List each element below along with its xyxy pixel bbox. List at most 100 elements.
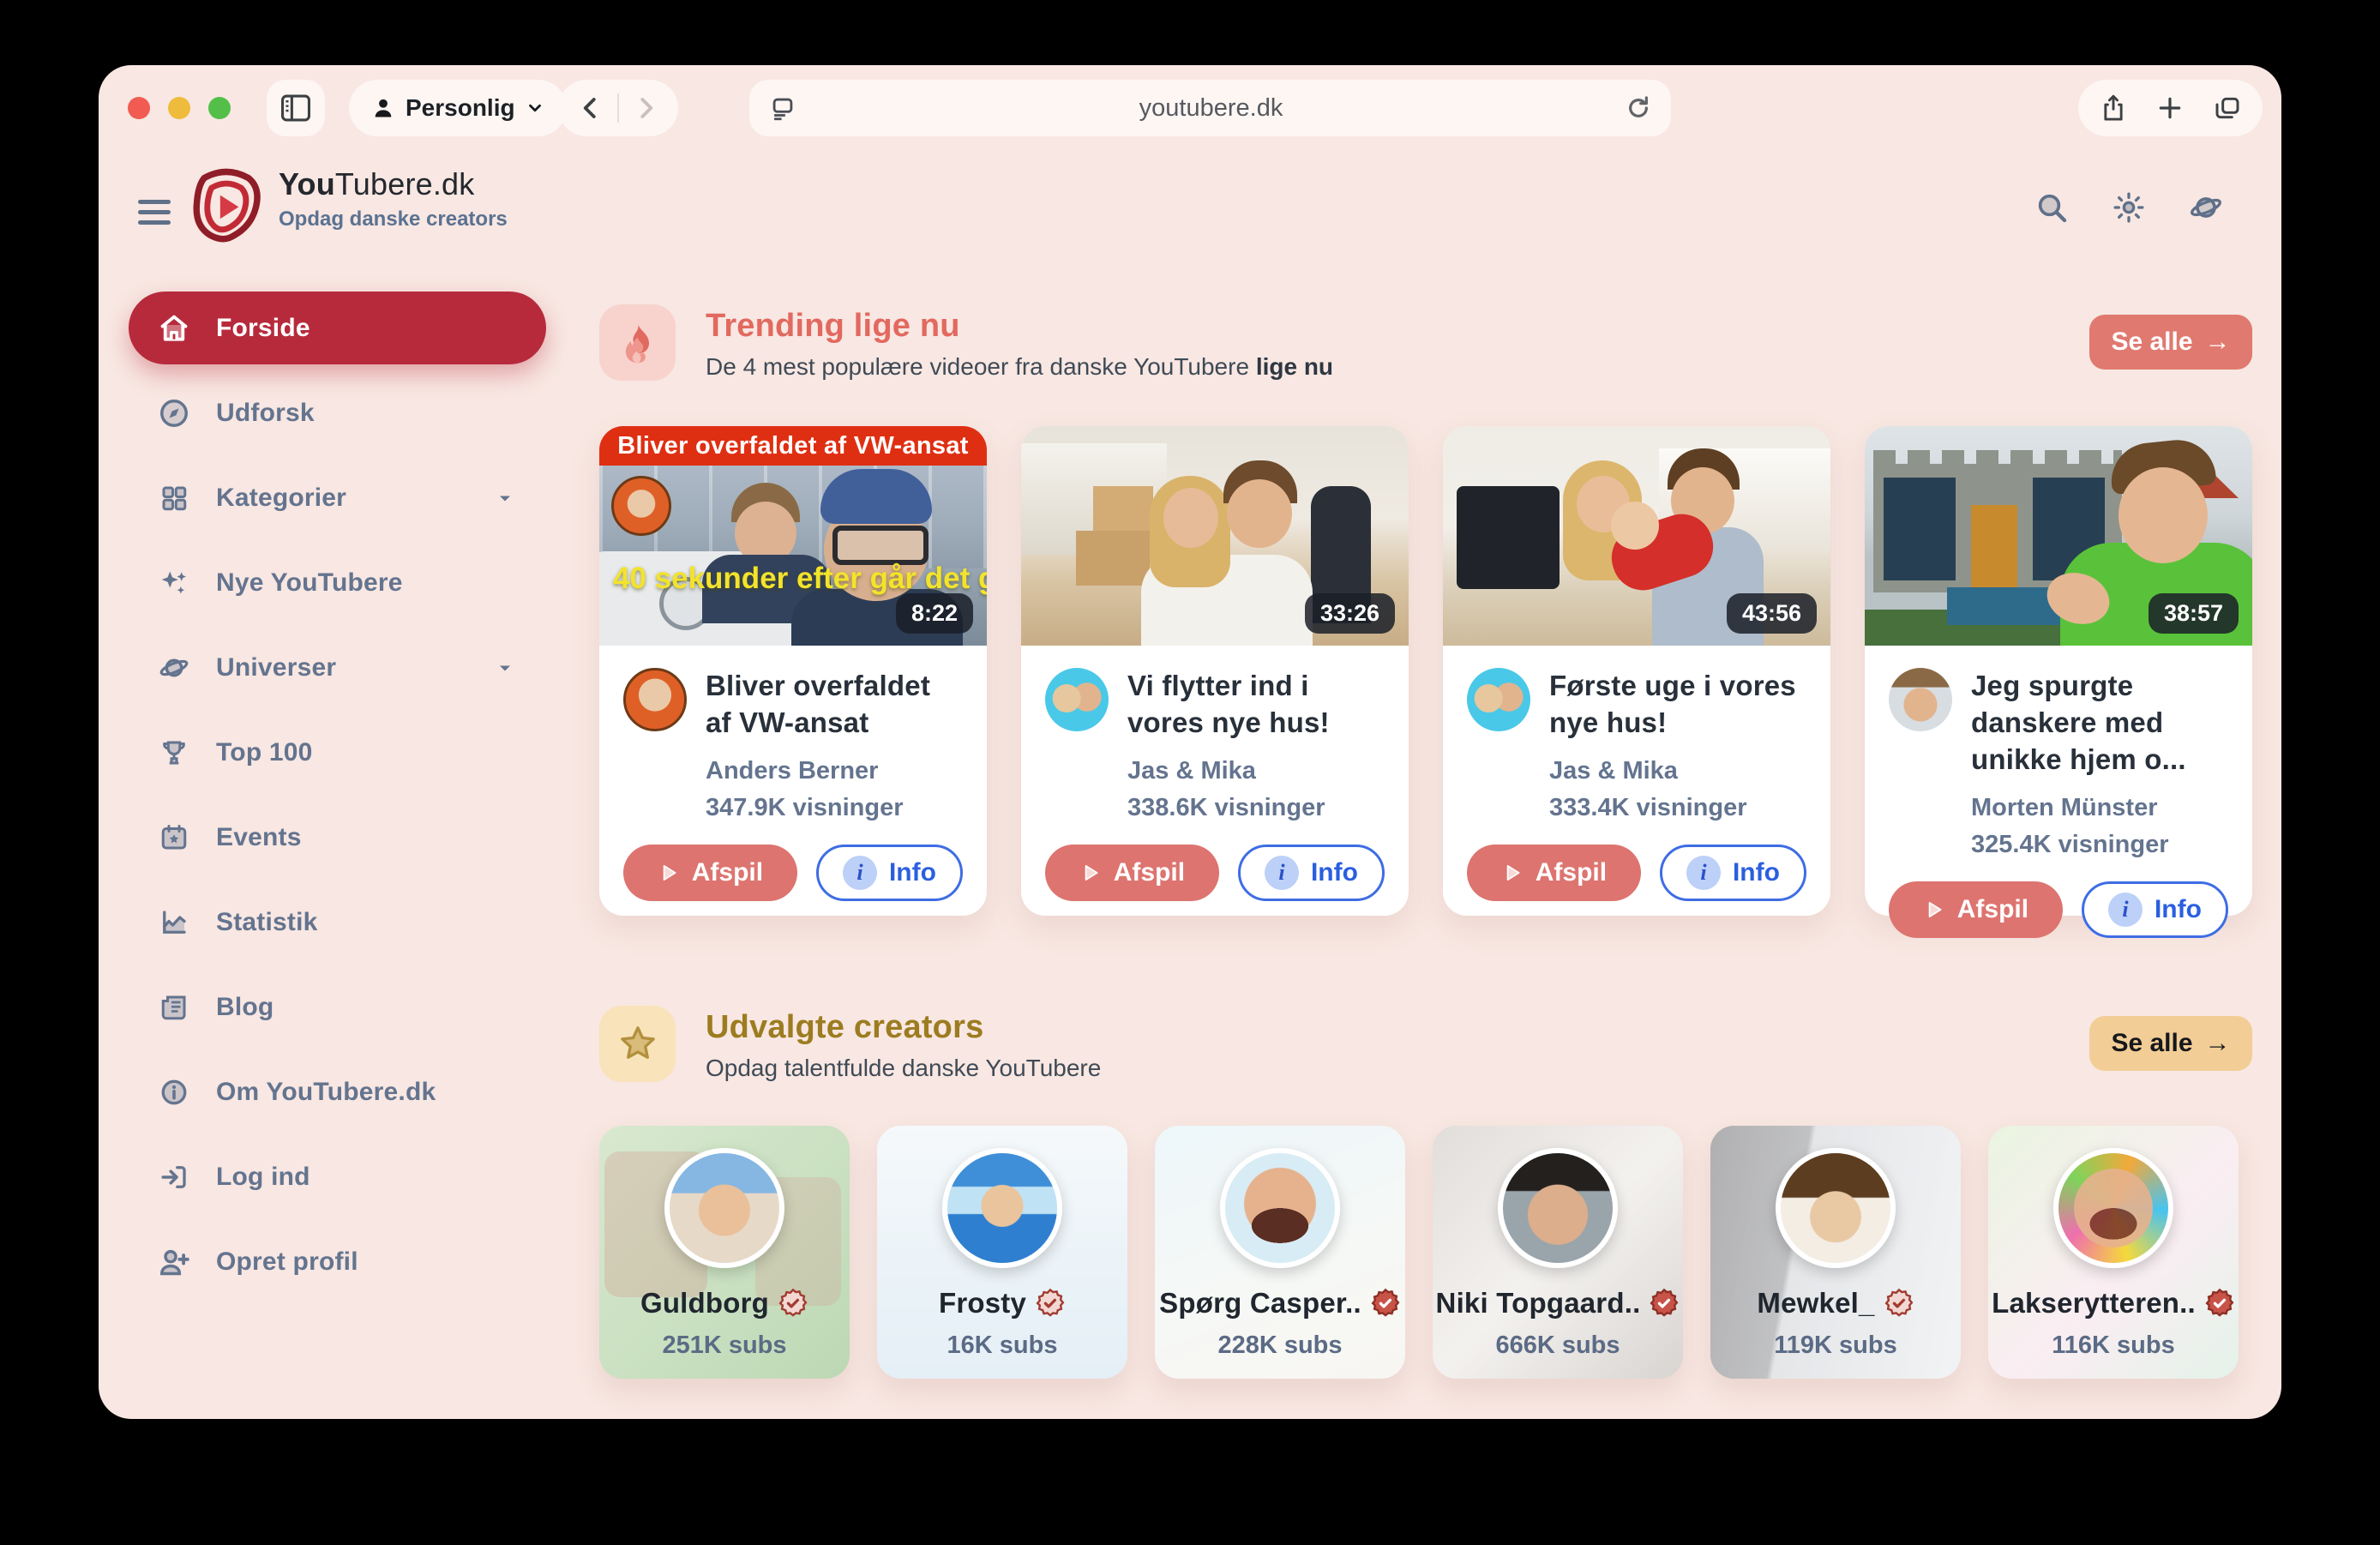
- history-nav-group: [558, 80, 678, 136]
- creator-card[interactable]: Guldborg 251K subs: [599, 1126, 850, 1379]
- play-button[interactable]: Afspil: [1467, 845, 1641, 901]
- creator-card[interactable]: Spørg Casper.. 228K subs: [1155, 1126, 1405, 1379]
- sidebar-item-universer[interactable]: Universer: [129, 631, 546, 704]
- profile-switcher-button[interactable]: Personlig: [349, 80, 567, 136]
- video-channel[interactable]: Anders Berner: [706, 757, 963, 785]
- video-title[interactable]: Jeg spurgte danskere med unikke hjem o..…: [1971, 668, 2228, 779]
- info-button[interactable]: i Info: [1238, 845, 1385, 901]
- sidebar-item-statistik[interactable]: Statistik: [129, 886, 546, 959]
- sidebar-item-label: Kategorier: [216, 484, 346, 513]
- sidebar-item-label: Statistik: [216, 908, 318, 937]
- sidebar-item-forside[interactable]: Forside: [129, 292, 546, 364]
- thumbnail-banner-text: Bliver overfaldet af VW-ansat: [599, 426, 987, 466]
- video-card[interactable]: Bliver overfaldet af VW-ansat 40 sekunde…: [599, 426, 987, 916]
- video-title[interactable]: Bliver overfaldet af VW-ansat: [706, 668, 963, 742]
- sidebar-item-blog[interactable]: Blog: [129, 971, 546, 1043]
- creator-card[interactable]: Frosty 16K subs: [877, 1126, 1127, 1379]
- channel-avatar[interactable]: [623, 668, 687, 731]
- address-bar[interactable]: youtubere.dk: [749, 80, 1671, 136]
- sidebar-item-label: Blog: [216, 993, 273, 1022]
- back-button[interactable]: [578, 95, 604, 121]
- creator-card[interactable]: Niki Topgaard.. 666K subs: [1433, 1126, 1683, 1379]
- reload-button[interactable]: [1625, 94, 1652, 122]
- creator-avatar: [2053, 1148, 2173, 1268]
- sidebar-item-label: Nye YouTubere: [216, 568, 403, 598]
- play-button[interactable]: Afspil: [1889, 881, 2063, 938]
- sidebar-item-nye-youtubere[interactable]: Nye YouTubere: [129, 546, 546, 619]
- creator-name: Niki Topgaard..: [1436, 1287, 1641, 1320]
- video-thumbnail[interactable]: 43:56: [1443, 426, 1830, 646]
- video-channel[interactable]: Jas & Mika: [1549, 757, 1806, 785]
- forward-button[interactable]: [633, 95, 658, 121]
- zoom-window-button[interactable]: [208, 97, 231, 119]
- verified-badge-icon: [1035, 1288, 1066, 1319]
- video-thumbnail[interactable]: Bliver overfaldet af VW-ansat 40 sekunde…: [599, 426, 987, 646]
- close-window-button[interactable]: [128, 97, 150, 119]
- info-icon: i: [843, 856, 877, 890]
- new-tab-button[interactable]: [2156, 94, 2184, 122]
- info-button[interactable]: i Info: [1660, 845, 1806, 901]
- channel-avatar[interactable]: [1467, 668, 1530, 731]
- play-button[interactable]: Afspil: [1045, 845, 1219, 901]
- sidebar-toggle-button[interactable]: [267, 80, 325, 136]
- share-button[interactable]: [2100, 93, 2127, 123]
- creators-see-all-button[interactable]: Se alle→: [2089, 1016, 2252, 1071]
- video-thumbnail[interactable]: 33:26: [1021, 426, 1409, 646]
- sidebar-item-udforsk[interactable]: Udforsk: [129, 376, 546, 449]
- universe-planet-button[interactable]: [2187, 189, 2225, 226]
- creators-section-icon: [599, 1006, 676, 1082]
- video-card[interactable]: 33:26 Vi flytter ind i vores nye hus! Ja…: [1021, 426, 1409, 916]
- sidebar-item-opret-profil[interactable]: Opret profil: [129, 1225, 546, 1298]
- search-button[interactable]: [2033, 189, 2070, 226]
- video-title[interactable]: Første uge i vores nye hus!: [1549, 668, 1806, 742]
- video-thumbnail[interactable]: 38:57: [1865, 426, 2252, 646]
- trending-see-all-button[interactable]: Se alle→: [2089, 315, 2252, 370]
- creator-name: Mewkel_: [1757, 1287, 1874, 1320]
- video-card[interactable]: 43:56 Første uge i vores nye hus! Jas & …: [1443, 426, 1830, 916]
- sidebar-item-label: Top 100: [216, 738, 313, 767]
- sidebar-panel-icon: [279, 93, 312, 123]
- play-button[interactable]: Afspil: [623, 845, 797, 901]
- video-channel[interactable]: Morten Münster: [1971, 794, 2228, 822]
- channel-avatar[interactable]: [1045, 668, 1109, 731]
- creator-name: Spørg Casper..: [1159, 1287, 1361, 1320]
- menu-hamburger-button[interactable]: [138, 194, 171, 231]
- creator-card[interactable]: Lakserytteren.. 116K subs: [1988, 1126, 2239, 1379]
- minimize-window-button[interactable]: [168, 97, 190, 119]
- video-channel[interactable]: Jas & Mika: [1127, 757, 1385, 785]
- video-card[interactable]: 38:57 Jeg spurgte danskere med unikke hj…: [1865, 426, 2252, 916]
- creator-avatar: [1498, 1148, 1618, 1268]
- profile-label: Personlig: [406, 94, 515, 122]
- creator-card[interactable]: Mewkel_ 119K subs: [1710, 1126, 1961, 1379]
- theme-toggle-button[interactable]: [2110, 189, 2148, 226]
- planet-icon: [156, 650, 192, 686]
- site-logo[interactable]: [189, 168, 263, 247]
- creator-avatar: [1776, 1148, 1896, 1268]
- arrow-right-icon: →: [2205, 1029, 2231, 1058]
- play-icon: [1079, 862, 1102, 884]
- tab-overview-button[interactable]: [2213, 94, 2242, 122]
- play-icon: [1923, 899, 1945, 921]
- sidebar-item-events[interactable]: Events: [129, 801, 546, 874]
- video-title[interactable]: Vi flytter ind i vores nye hus!: [1127, 668, 1385, 742]
- creator-name: Lakserytteren..: [1992, 1287, 2196, 1320]
- sidebar-item-kategorier[interactable]: Kategorier: [129, 461, 546, 534]
- sidebar-item-log-ind[interactable]: Log ind: [129, 1140, 546, 1213]
- info-icon: i: [1686, 856, 1721, 890]
- creators-subtitle: Opdag talentfulde danske YouTubere: [706, 1055, 1101, 1082]
- thumbnail-caption-text: 40 sekunder efter går det galt: [613, 562, 987, 596]
- reader-page-icon[interactable]: [768, 93, 797, 123]
- creator-subs: 16K subs: [947, 1332, 1058, 1360]
- grid-icon: [156, 480, 192, 516]
- channel-avatar[interactable]: [1889, 668, 1952, 731]
- sidebar-item-top-100[interactable]: Top 100: [129, 716, 546, 789]
- verified-badge-icon: [2204, 1288, 2235, 1319]
- brand-title: YouTubere.dk: [279, 166, 508, 202]
- brand-block[interactable]: YouTubere.dk Opdag danske creators: [279, 166, 508, 231]
- info-button[interactable]: i Info: [2082, 881, 2228, 938]
- channel-logo-badge: [611, 476, 671, 536]
- info-button[interactable]: i Info: [816, 845, 963, 901]
- video-duration-badge: 33:26: [1305, 593, 1395, 634]
- video-views: 333.4K visninger: [1549, 794, 1806, 822]
- sidebar-item-om-youtubere[interactable]: Om YouTubere.dk: [129, 1055, 546, 1128]
